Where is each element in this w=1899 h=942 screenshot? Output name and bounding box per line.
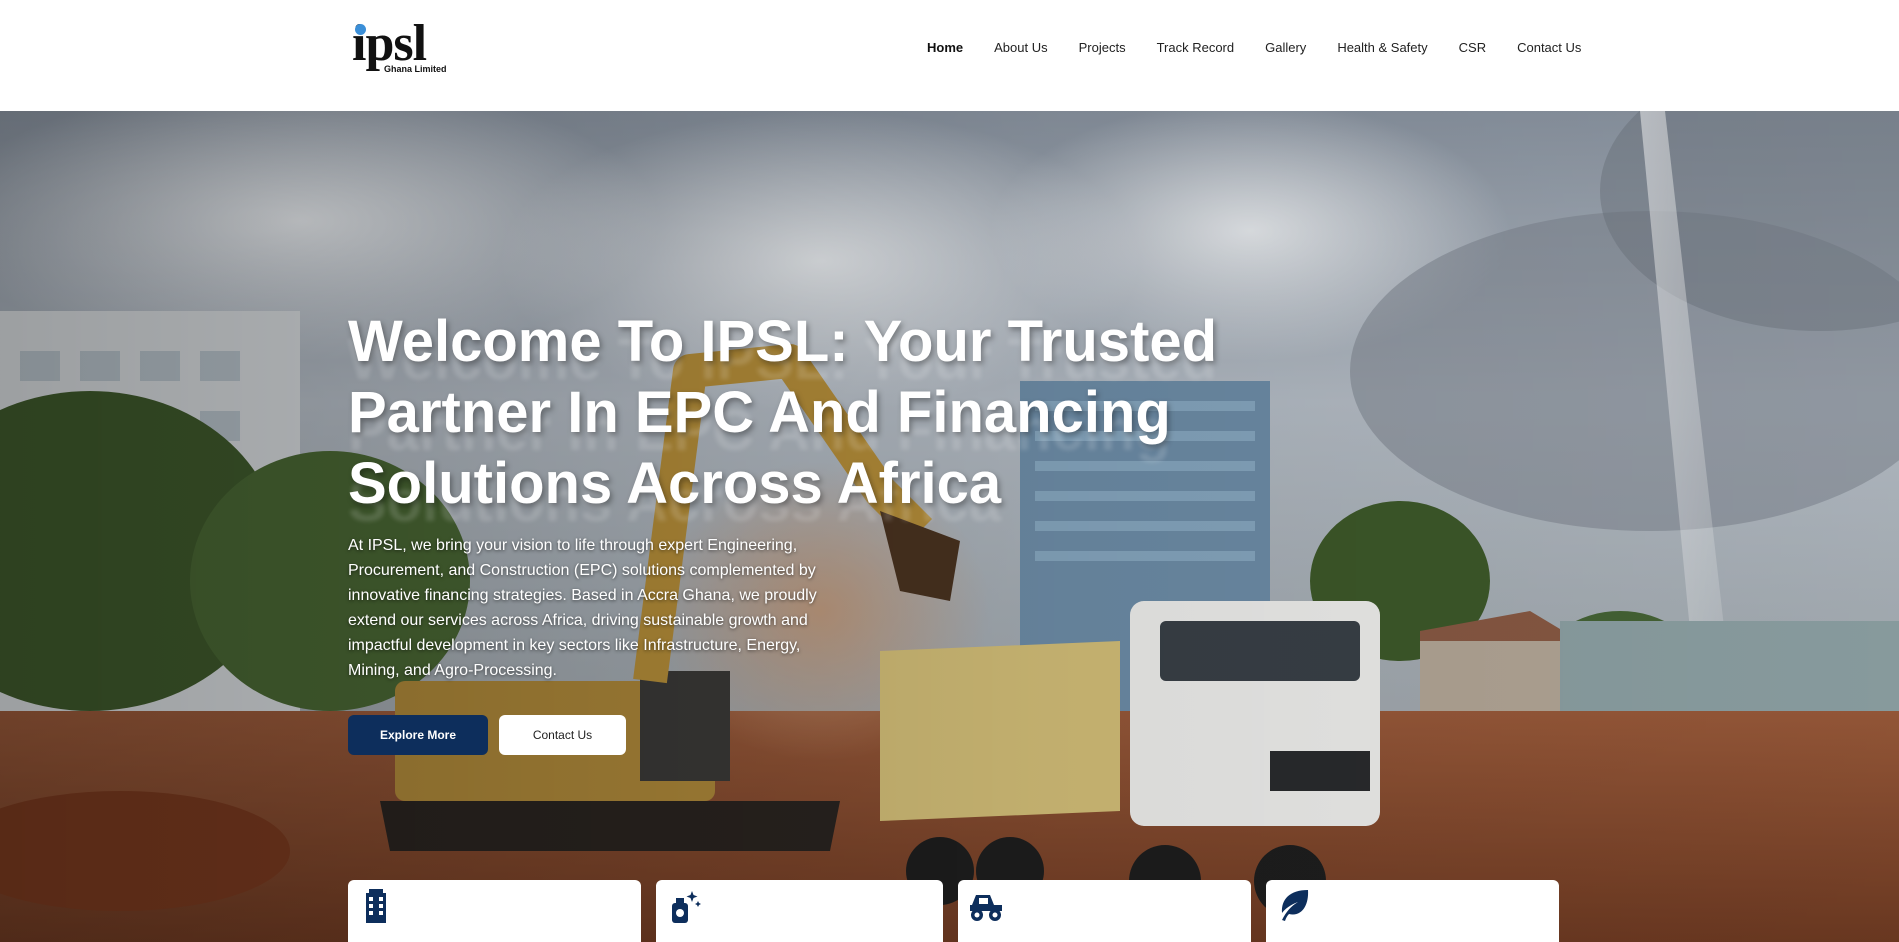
service-card-agro-processing[interactable] [1266,880,1559,942]
tractor-icon [970,895,1002,921]
nav-track-record[interactable]: Track Record [1157,40,1235,55]
building-icon [366,889,386,923]
explore-more-button[interactable]: Explore More [348,715,488,755]
nav-gallery[interactable]: Gallery [1265,40,1306,55]
main-nav: Home About Us Projects Track Record Gall… [927,40,1612,55]
hero-title: Welcome To IPSL: Your Trusted Partner In… [348,309,1218,516]
nav-projects[interactable]: Projects [1079,40,1126,55]
hero-content: Welcome To IPSL: Your Trusted Partner In… [348,306,1248,755]
nav-about-us[interactable]: About Us [994,40,1047,55]
logo-subtitle: Ghana Limited [384,64,447,74]
sparkle-spray-icon [672,891,701,923]
service-card-infrastructure[interactable] [348,880,641,942]
logo-dot [355,24,366,35]
site-header: ipsl Ghana Limited Home About Us Project… [0,0,1899,111]
service-card-energy[interactable] [656,880,943,942]
contact-us-button[interactable]: Contact Us [499,715,626,755]
hero-section: Welcome To IPSL: Your Trusted Partner In… [0,111,1899,942]
logo[interactable]: ipsl Ghana Limited [352,18,452,78]
nav-health-safety[interactable]: Health & Safety [1337,40,1427,55]
nav-contact-us[interactable]: Contact Us [1517,40,1581,55]
leaf-icon [1281,890,1309,921]
service-card-mining[interactable] [958,880,1251,942]
nav-home[interactable]: Home [927,40,963,55]
hero-description: At IPSL, we bring your vision to life th… [348,537,817,679]
hero-buttons: Explore More Contact Us [348,715,1248,755]
nav-csr[interactable]: CSR [1459,40,1486,55]
service-cards [348,880,1559,942]
